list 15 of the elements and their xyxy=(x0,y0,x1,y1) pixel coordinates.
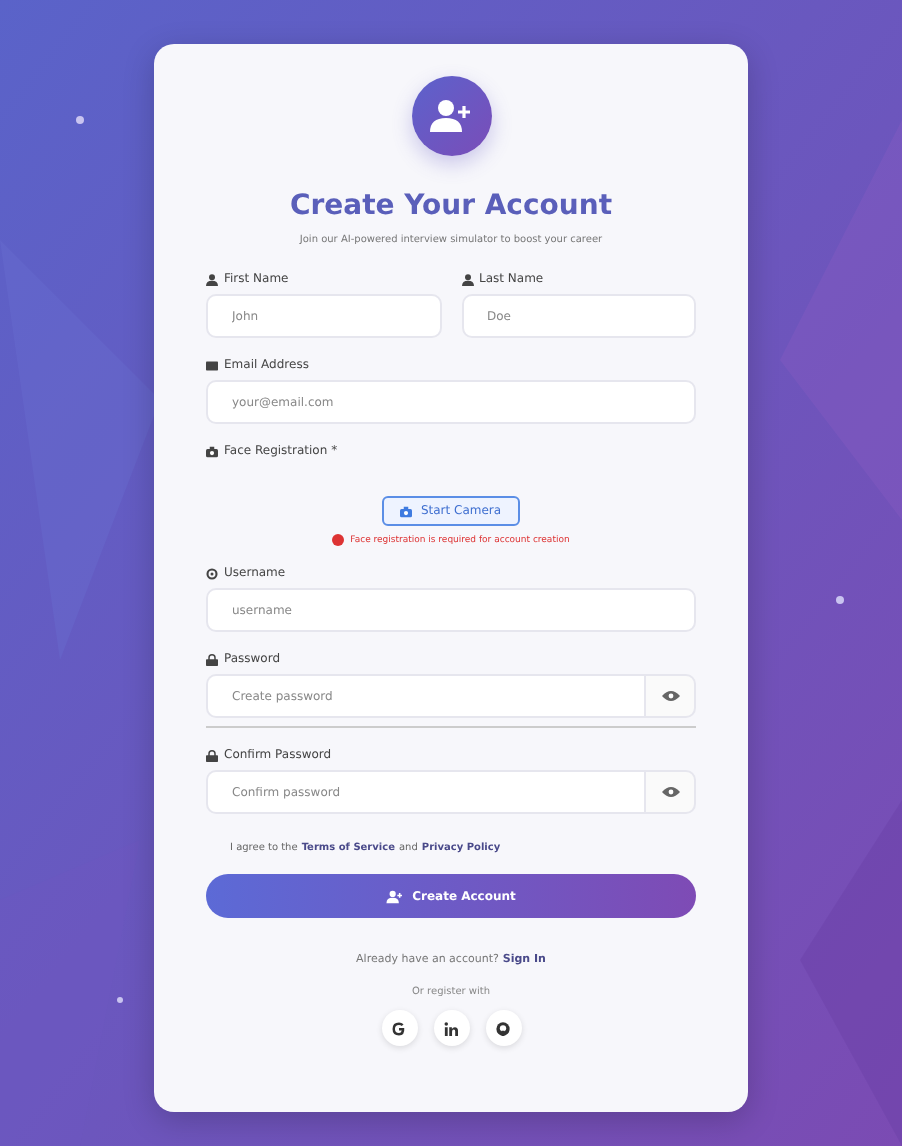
show-password-icon[interactable] xyxy=(644,770,696,814)
show-password-icon[interactable] xyxy=(644,674,696,718)
camera-icon xyxy=(206,445,218,457)
lock-icon xyxy=(206,653,218,665)
google-icon[interactable] xyxy=(381,1010,417,1046)
add-user-icon xyxy=(386,889,405,903)
person-icon xyxy=(206,273,218,285)
envelope-icon xyxy=(206,359,218,371)
page-title: Create Your Account xyxy=(289,190,613,222)
lock-icon xyxy=(206,749,218,761)
camera-icon xyxy=(400,505,413,517)
add-user-icon xyxy=(411,76,491,156)
person-icon xyxy=(461,273,473,285)
error-icon xyxy=(332,534,345,546)
linkedin-icon[interactable] xyxy=(433,1010,469,1046)
